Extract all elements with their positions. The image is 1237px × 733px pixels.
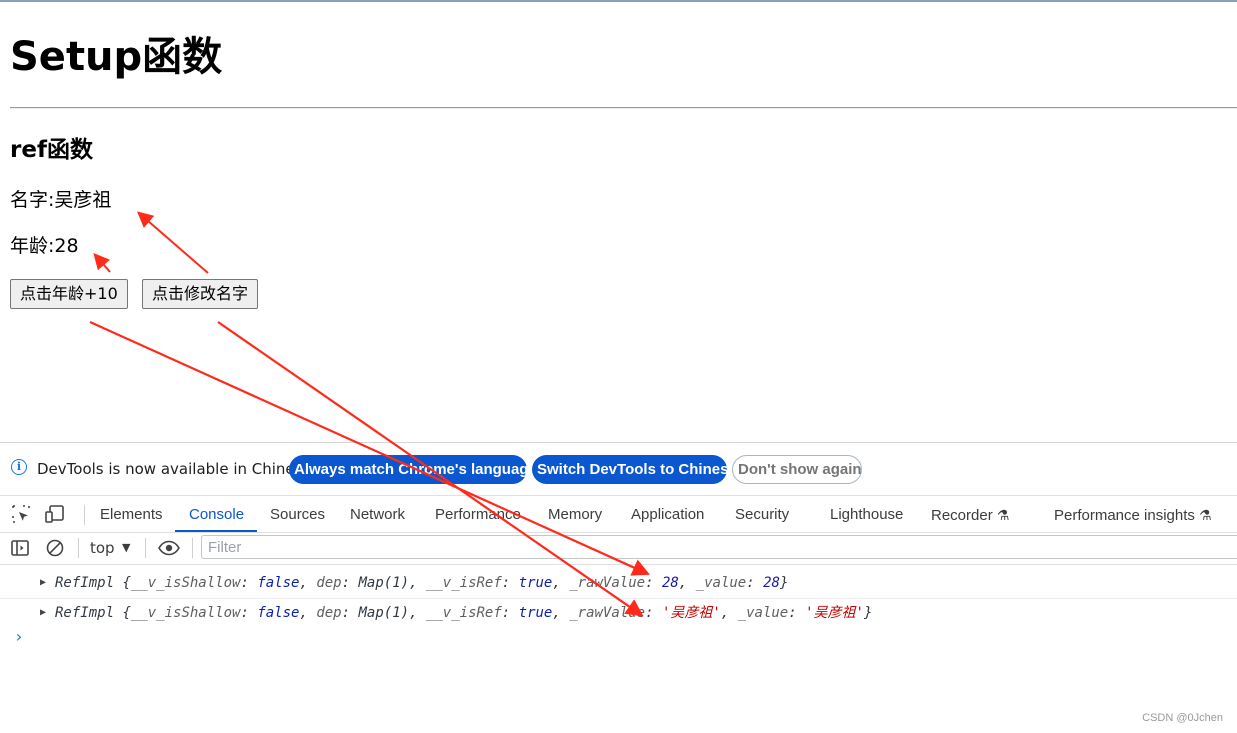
toolbar-separator: [192, 538, 193, 558]
context-selector[interactable]: top: [90, 538, 115, 558]
expand-triangle-icon[interactable]: ▶: [40, 568, 46, 598]
tab-performance[interactable]: Performance: [435, 505, 521, 525]
tab-network[interactable]: Network: [350, 505, 405, 525]
console-toolbar: top ▼: [0, 532, 1237, 565]
clear-console-icon[interactable]: [45, 538, 65, 558]
section-title: ref函数: [10, 137, 93, 163]
infobar-message: DevTools is now available in Chinese!: [37, 460, 318, 478]
tab-sources[interactable]: Sources: [270, 505, 325, 525]
tab-elements[interactable]: Elements: [100, 505, 163, 525]
tab-security[interactable]: Security: [735, 505, 789, 525]
devtools-tabbar: Elements Console Sources Network Perform…: [0, 495, 1237, 533]
console-prompt-icon[interactable]: ›: [14, 627, 24, 646]
info-icon: i: [11, 459, 27, 475]
tab-application[interactable]: Application: [631, 505, 704, 525]
watermark: CSDN @0Jchen: [1142, 712, 1223, 724]
log-object: RefImpl {__v_isShallow: false, dep: Map(…: [55, 575, 789, 591]
tab-lighthouse[interactable]: Lighthouse: [830, 505, 903, 525]
age-label: 年龄:: [10, 235, 55, 257]
name-label: 名字:: [10, 189, 55, 211]
name-line: 名字:吴彦祖: [10, 186, 111, 214]
tab-performance-insights[interactable]: Performance insights ⚗: [1054, 505, 1212, 526]
log-entry[interactable]: ▶ RefImpl {__v_isShallow: false, dep: Ma…: [0, 568, 1237, 599]
tab-recorder-label: Recorder: [931, 507, 993, 524]
age-line: 年龄:28: [10, 232, 79, 260]
tab-console[interactable]: Console: [189, 505, 244, 525]
age-value: 28: [54, 235, 79, 257]
dont-show-again-button[interactable]: Don't show again: [732, 455, 862, 484]
tab-recorder[interactable]: Recorder ⚗: [931, 505, 1009, 526]
toolbar-separator: [78, 538, 79, 558]
log-entry[interactable]: ▶ RefImpl {__v_isShallow: false, dep: Ma…: [0, 598, 1237, 628]
toolbar-separator: [145, 538, 146, 558]
log-object: RefImpl {__v_isShallow: false, dep: Map(…: [55, 605, 873, 621]
inspect-element-icon[interactable]: [11, 504, 31, 524]
page-content: Setup函数 ref函数 名字:吴彦祖 年龄:28 点击年龄+10 点击修改名…: [10, 0, 1237, 440]
experimental-flask-icon: ⚗: [1199, 507, 1212, 523]
filter-input[interactable]: [201, 535, 1237, 559]
devtools-panel: i DevTools is now available in Chinese! …: [0, 442, 1237, 733]
device-toolbar-icon[interactable]: [45, 504, 65, 524]
page-title: Setup函数: [10, 34, 223, 80]
tabbar-separator: [84, 505, 85, 525]
increase-age-button[interactable]: 点击年龄+10: [10, 279, 128, 309]
change-name-button[interactable]: 点击修改名字: [142, 279, 259, 309]
expand-triangle-icon[interactable]: ▶: [40, 598, 46, 628]
divider: [10, 107, 1237, 109]
chevron-down-icon[interactable]: ▼: [122, 538, 130, 558]
sidebar-toggle-icon[interactable]: [10, 538, 30, 558]
tab-performance-insights-label: Performance insights: [1054, 507, 1195, 524]
language-infobar: i DevTools is now available in Chinese! …: [0, 443, 1237, 495]
switch-to-chinese-button[interactable]: Switch DevTools to Chinese: [532, 455, 737, 484]
always-match-language-button[interactable]: Always match Chrome's language: [289, 455, 537, 484]
live-expression-eye-icon[interactable]: [157, 538, 181, 558]
experimental-flask-icon: ⚗: [996, 507, 1010, 523]
name-value: 吴彦祖: [54, 189, 112, 211]
tab-memory[interactable]: Memory: [548, 505, 602, 525]
